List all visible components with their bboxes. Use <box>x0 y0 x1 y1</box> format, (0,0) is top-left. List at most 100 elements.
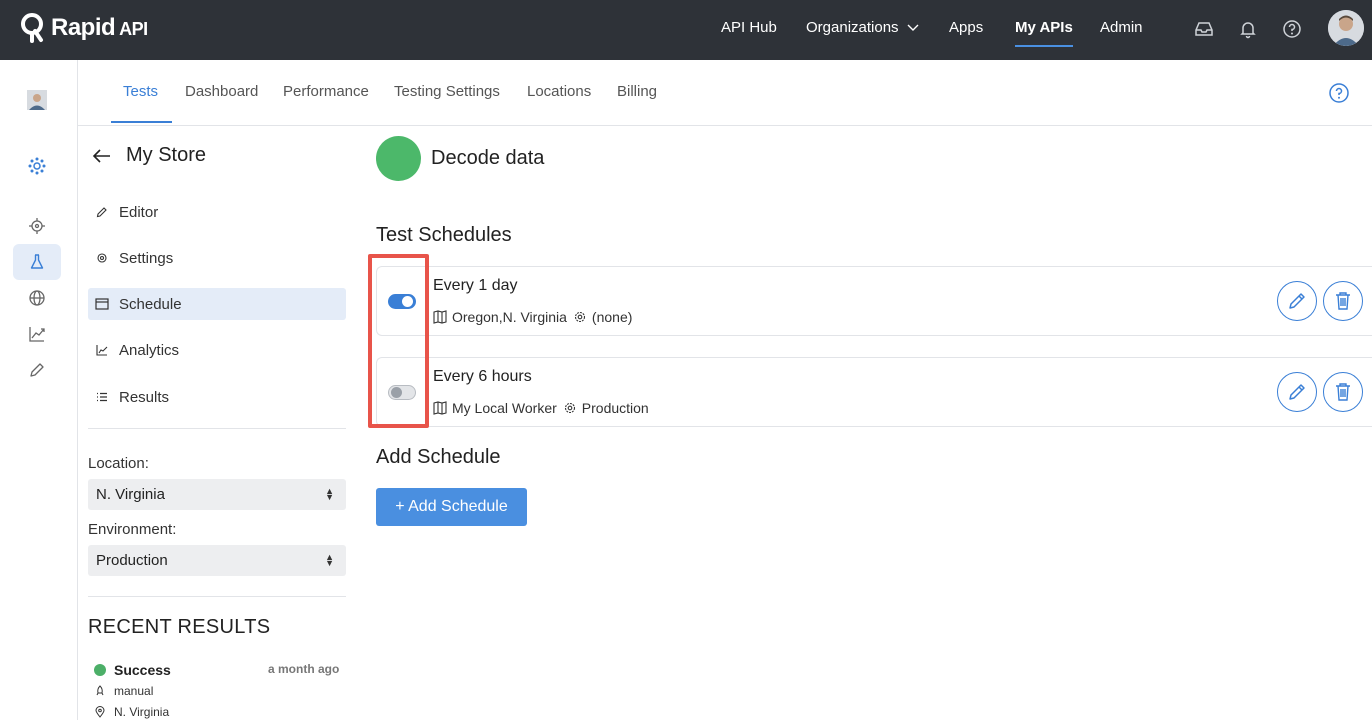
schedule-toggle-cell <box>377 267 427 335</box>
menu-schedule-label: Schedule <box>119 295 182 313</box>
select-caret-icon: ▲ ▼ <box>325 552 334 568</box>
left-rail <box>0 60 78 720</box>
tabs-bar: Tests Dashboard Performance Testing Sett… <box>78 60 1372 126</box>
recent-trigger-text: manual <box>114 684 154 698</box>
tab-locations[interactable]: Locations <box>527 83 591 100</box>
schedule-toggle-cell <box>377 358 427 426</box>
environment-label: Environment: <box>88 521 177 538</box>
pencil-icon <box>95 205 109 219</box>
trend-chart-icon <box>29 327 45 342</box>
location-label: Location: <box>88 455 149 472</box>
rail-globe[interactable] <box>13 280 61 316</box>
rail-edit[interactable] <box>13 352 61 388</box>
success-dot <box>94 664 106 676</box>
rapidapi-logo-icon <box>21 13 43 43</box>
environment-select[interactable]: Production ▲ ▼ <box>88 545 346 576</box>
target-icon <box>29 218 45 234</box>
schedule-enabled-toggle[interactable] <box>387 384 416 400</box>
recent-results-title: RECENT RESULTS <box>88 616 271 638</box>
arrow-left-icon[interactable] <box>92 148 112 164</box>
test-side-panel: My Store Editor Settings Schedule Analyt… <box>78 126 358 720</box>
rail-project-avatar[interactable] <box>13 82 61 118</box>
trash-icon <box>1336 383 1350 401</box>
schedule-enabled-toggle[interactable] <box>387 293 416 309</box>
nav-admin[interactable]: Admin <box>1100 19 1143 36</box>
active-tab-indicator <box>111 121 172 123</box>
select-caret-icon: ▲ ▼ <box>325 486 334 502</box>
tab-performance[interactable]: Performance <box>283 83 369 100</box>
tab-dashboard[interactable]: Dashboard <box>185 83 258 100</box>
menu-editor-label: Editor <box>119 203 159 221</box>
schedule-card: Every 6 hours My Local Worker Production <box>376 357 1372 427</box>
location-pin-icon <box>94 706 106 718</box>
test-schedules-title: Test Schedules <box>376 224 512 246</box>
hub-icon <box>28 157 46 175</box>
tab-tests[interactable]: Tests <box>123 83 158 100</box>
globe-icon <box>29 290 45 306</box>
recent-result-time: a month ago <box>268 662 340 676</box>
rail-hub[interactable] <box>13 148 61 184</box>
tab-billing[interactable]: Billing <box>617 83 657 100</box>
rail-testing[interactable] <box>13 244 61 280</box>
nav-organizations-label: Organizations <box>806 19 899 36</box>
rail-analytics[interactable] <box>13 316 61 352</box>
rail-target[interactable] <box>13 208 61 244</box>
delete-schedule-button[interactable] <box>1323 281 1363 321</box>
menu-analytics[interactable]: Analytics <box>88 334 346 366</box>
recent-result-location: N. Virginia <box>94 705 169 719</box>
rocket-icon <box>94 685 106 697</box>
gear-icon <box>95 251 109 265</box>
bell-icon[interactable] <box>1237 18 1259 40</box>
menu-results[interactable]: Results <box>88 381 346 413</box>
delete-schedule-button[interactable] <box>1323 372 1363 412</box>
help-icon[interactable] <box>1328 82 1350 104</box>
back-row: My Store <box>92 144 206 167</box>
recent-status-text: Success <box>114 662 171 678</box>
add-schedule-button[interactable]: + Add Schedule <box>376 488 527 526</box>
menu-results-label: Results <box>119 388 170 406</box>
pencil-icon <box>30 363 44 377</box>
tab-testing-settings[interactable]: Testing Settings <box>394 83 500 100</box>
rapidapi-logo[interactable]: Rapid API <box>21 13 148 43</box>
nav-api-hub[interactable]: API Hub <box>721 19 777 36</box>
environment-select-value: Production <box>96 552 168 569</box>
main-content: Decode data Test Schedules Every 1 day O… <box>358 126 1372 720</box>
schedule-card: Every 1 day Oregon,N. Virginia (none) <box>376 266 1372 336</box>
menu-analytics-label: Analytics <box>119 341 180 359</box>
nav-my-apis[interactable]: My APIs <box>1015 19 1073 47</box>
menu-schedule[interactable]: Schedule <box>88 288 346 320</box>
project-avatar-icon <box>27 90 47 110</box>
toggle-knob <box>401 295 413 307</box>
schedule-meta: Oregon,N. Virginia (none) <box>433 309 632 325</box>
gear-icon <box>573 310 587 324</box>
pencil-icon <box>1289 293 1305 309</box>
divider <box>88 428 346 429</box>
divider <box>88 596 346 597</box>
help-icon[interactable] <box>1281 18 1303 40</box>
edit-schedule-button[interactable] <box>1277 372 1317 412</box>
pencil-icon <box>1289 384 1305 400</box>
top-navigation-bar: Rapid API API Hub Organizations Apps My A… <box>0 0 1372 60</box>
add-schedule-title: Add Schedule <box>376 446 501 468</box>
chart-icon <box>95 343 109 357</box>
edit-schedule-button[interactable] <box>1277 281 1317 321</box>
user-avatar[interactable] <box>1328 10 1364 46</box>
nav-apps[interactable]: Apps <box>949 19 983 36</box>
nav-organizations[interactable]: Organizations <box>806 19 919 36</box>
recent-result-status[interactable]: Success <box>94 662 171 678</box>
trash-icon <box>1336 292 1350 310</box>
inbox-icon[interactable] <box>1193 18 1215 40</box>
recent-result-trigger: manual <box>94 684 153 698</box>
calendar-icon <box>95 297 109 311</box>
menu-editor[interactable]: Editor <box>88 196 346 228</box>
location-select-value: N. Virginia <box>96 486 165 503</box>
schedule-meta: My Local Worker Production <box>433 400 649 416</box>
location-select[interactable]: N. Virginia ▲ ▼ <box>88 479 346 510</box>
schedule-locations: Oregon,N. Virginia <box>452 309 567 325</box>
menu-settings[interactable]: Settings <box>88 242 346 274</box>
logo-text: Rapid API <box>51 14 148 41</box>
chevron-down-icon <box>907 24 919 31</box>
schedule-title: Every 6 hours <box>433 368 532 385</box>
schedule-locations: My Local Worker <box>452 400 557 416</box>
map-icon <box>433 401 447 415</box>
